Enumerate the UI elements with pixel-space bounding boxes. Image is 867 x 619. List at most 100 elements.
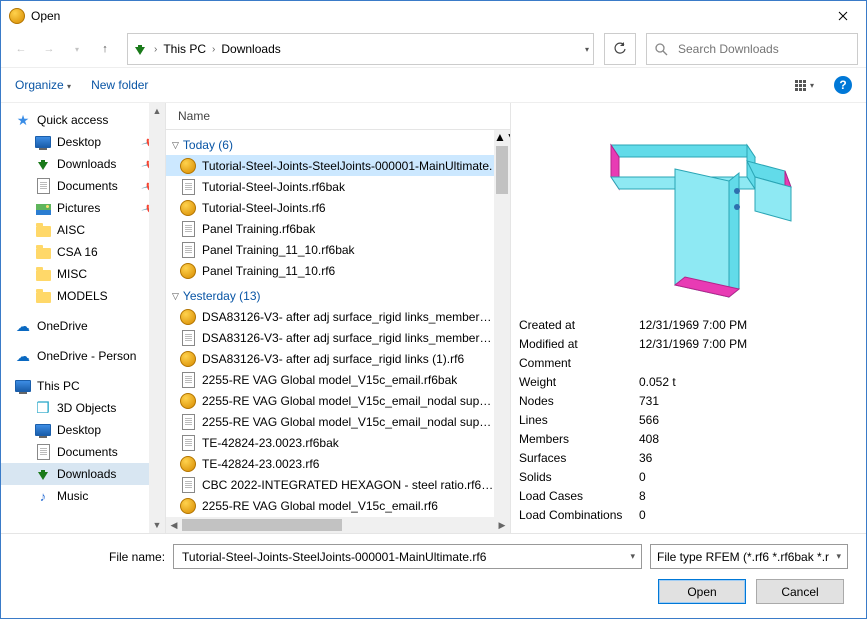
rfem-file-icon [180,309,196,325]
file-icon [180,414,196,430]
file-row[interactable]: 2255-RE VAG Global model_V15c_email.rf6 [166,495,494,516]
cancel-button[interactable]: Cancel [756,579,844,604]
file-type-combo[interactable]: File type RFEM (*.rf6 *.rf6bak *.r ▾ [650,544,848,569]
chevron-down-icon[interactable]: ▾ [630,551,635,562]
command-bar: Organize ▾ New folder ▾ ? [1,67,866,103]
crumb-downloads[interactable]: Downloads [221,42,280,56]
file-row[interactable]: Tutorial-Steel-Joints.rf6bak [166,176,494,197]
up-button[interactable]: ↑ [93,37,117,61]
meta-value: 0 [639,470,646,484]
file-scrollbar-v[interactable]: ▲▼ [494,130,510,517]
file-row[interactable]: CBC 2022-INTEGRATED HEXAGON - steel rati… [166,474,494,495]
file-scrollbar-h[interactable]: ◀▶ [166,517,510,533]
close-button[interactable] [820,1,866,31]
file-row[interactable]: Panel Training.rf6bak [166,218,494,239]
meta-label: Members [519,432,639,446]
chevron-down-icon[interactable]: ▾ [836,551,841,562]
star-icon: ★ [15,112,31,128]
chevron-right-icon: › [208,44,219,55]
nav-folder-aisc[interactable]: AISC [1,219,165,241]
file-pane: Name ▽Today (6) Tutorial-Steel-Joints-St… [166,103,511,533]
recent-dropdown[interactable]: ▾ [65,37,89,61]
file-row[interactable]: TE-42824-23.0023.rf6bak [166,432,494,453]
file-row[interactable]: Tutorial-Steel-Joints-SteelJoints-000001… [166,155,494,176]
titlebar: Open [1,1,866,31]
pc-icon [15,378,31,394]
meta-value: 8 [639,489,646,503]
address-bar[interactable]: › This PC › Downloads ▾ [127,33,594,65]
desktop-icon [35,134,51,150]
group-today[interactable]: ▽Today (6) [166,130,494,155]
file-row[interactable]: DSA83126-V3- after adj surface_rigid lin… [166,327,494,348]
nav-quick-access[interactable]: ★Quick access [1,109,165,131]
download-icon [35,156,51,172]
metadata-table: Created at12/31/1969 7:00 PM Modified at… [511,315,866,533]
file-row[interactable]: TE-42824-23.0023.rf6 [166,453,494,474]
new-folder-button[interactable]: New folder [91,78,148,92]
file-row[interactable]: Tutorial-Steel-Joints.rf6 [166,197,494,218]
file-row[interactable]: 2255-RE VAG Global model_V15c_email.rf6b… [166,369,494,390]
meta-value: 36 [639,451,652,465]
organize-menu[interactable]: Organize ▾ [15,78,71,92]
meta-value: 12/31/1969 7:00 PM [639,337,747,351]
file-row[interactable]: Panel Training_11_10.rf6bak [166,239,494,260]
nav-onedrive-personal[interactable]: ☁OneDrive - Person [1,345,165,367]
group-yesterday[interactable]: ▽Yesterday (13) [166,281,494,306]
file-row[interactable]: Panel Training_11_10.rf6 [166,260,494,281]
file-row[interactable]: DSA83126-V3- after adj surface_rigid lin… [166,306,494,327]
view-options[interactable]: ▾ [795,80,814,91]
crumb-this-pc[interactable]: This PC [163,42,206,56]
file-row[interactable]: 2255-RE VAG Global model_V15c_email_noda… [166,411,494,432]
nav-pc-desktop[interactable]: Desktop [1,419,165,441]
document-icon [35,444,51,460]
file-icon [180,179,196,195]
rfem-file-icon [180,393,196,409]
cloud-icon: ☁ [15,348,31,364]
nav-pc-music[interactable]: ♪Music [1,485,165,507]
document-icon [35,178,51,194]
nav-onedrive[interactable]: ☁OneDrive [1,315,165,337]
search-box[interactable] [646,33,858,65]
folder-icon [35,266,51,282]
refresh-button[interactable] [604,33,636,65]
nav-3d-objects[interactable]: ❒3D Objects [1,397,165,419]
forward-button[interactable]: → [37,37,61,61]
meta-value: 731 [639,394,659,408]
nav-scrollbar[interactable]: ▲▼ [149,103,165,533]
folder-icon [35,288,51,304]
nav-folder-csa16[interactable]: CSA 16 [1,241,165,263]
meta-label: Nodes [519,394,639,408]
nav-pc-documents[interactable]: Documents [1,441,165,463]
desktop-icon [35,422,51,438]
folder-icon [35,244,51,260]
nav-tree: ★Quick access Desktop📌 Downloads📌 Docume… [1,103,166,533]
nav-this-pc[interactable]: This PC [1,375,165,397]
file-name-combo[interactable]: ▾ [173,544,642,569]
open-dialog: Open ← → ▾ ↑ › This PC › Downloads ▾ Org… [0,0,867,619]
nav-desktop[interactable]: Desktop📌 [1,131,165,153]
column-header-name[interactable]: Name [166,103,510,130]
back-button[interactable]: ← [9,37,33,61]
rfem-file-icon [180,200,196,216]
open-button[interactable]: Open [658,579,746,604]
nav-downloads[interactable]: Downloads📌 [1,153,165,175]
nav-documents[interactable]: Documents📌 [1,175,165,197]
nav-folder-misc[interactable]: MISC [1,263,165,285]
meta-label: Modified at [519,337,639,351]
file-row[interactable]: DSA83126-V3- after adj surface_rigid lin… [166,348,494,369]
file-icon [180,242,196,258]
rfem-file-icon [180,351,196,367]
meta-label: Load Combinations [519,508,639,522]
window-title: Open [31,9,820,23]
meta-value: 566 [639,413,659,427]
nav-folder-models[interactable]: MODELS [1,285,165,307]
nav-pictures[interactable]: Pictures📌 [1,197,165,219]
address-dropdown[interactable]: ▾ [585,45,589,54]
nav-pc-downloads[interactable]: Downloads [1,463,165,485]
file-name-input[interactable] [180,549,624,565]
cloud-icon: ☁ [15,318,31,334]
help-button[interactable]: ? [834,76,852,94]
search-input[interactable] [676,41,849,57]
meta-label: Lines [519,413,639,427]
file-row[interactable]: 2255-RE VAG Global model_V15c_email_noda… [166,390,494,411]
